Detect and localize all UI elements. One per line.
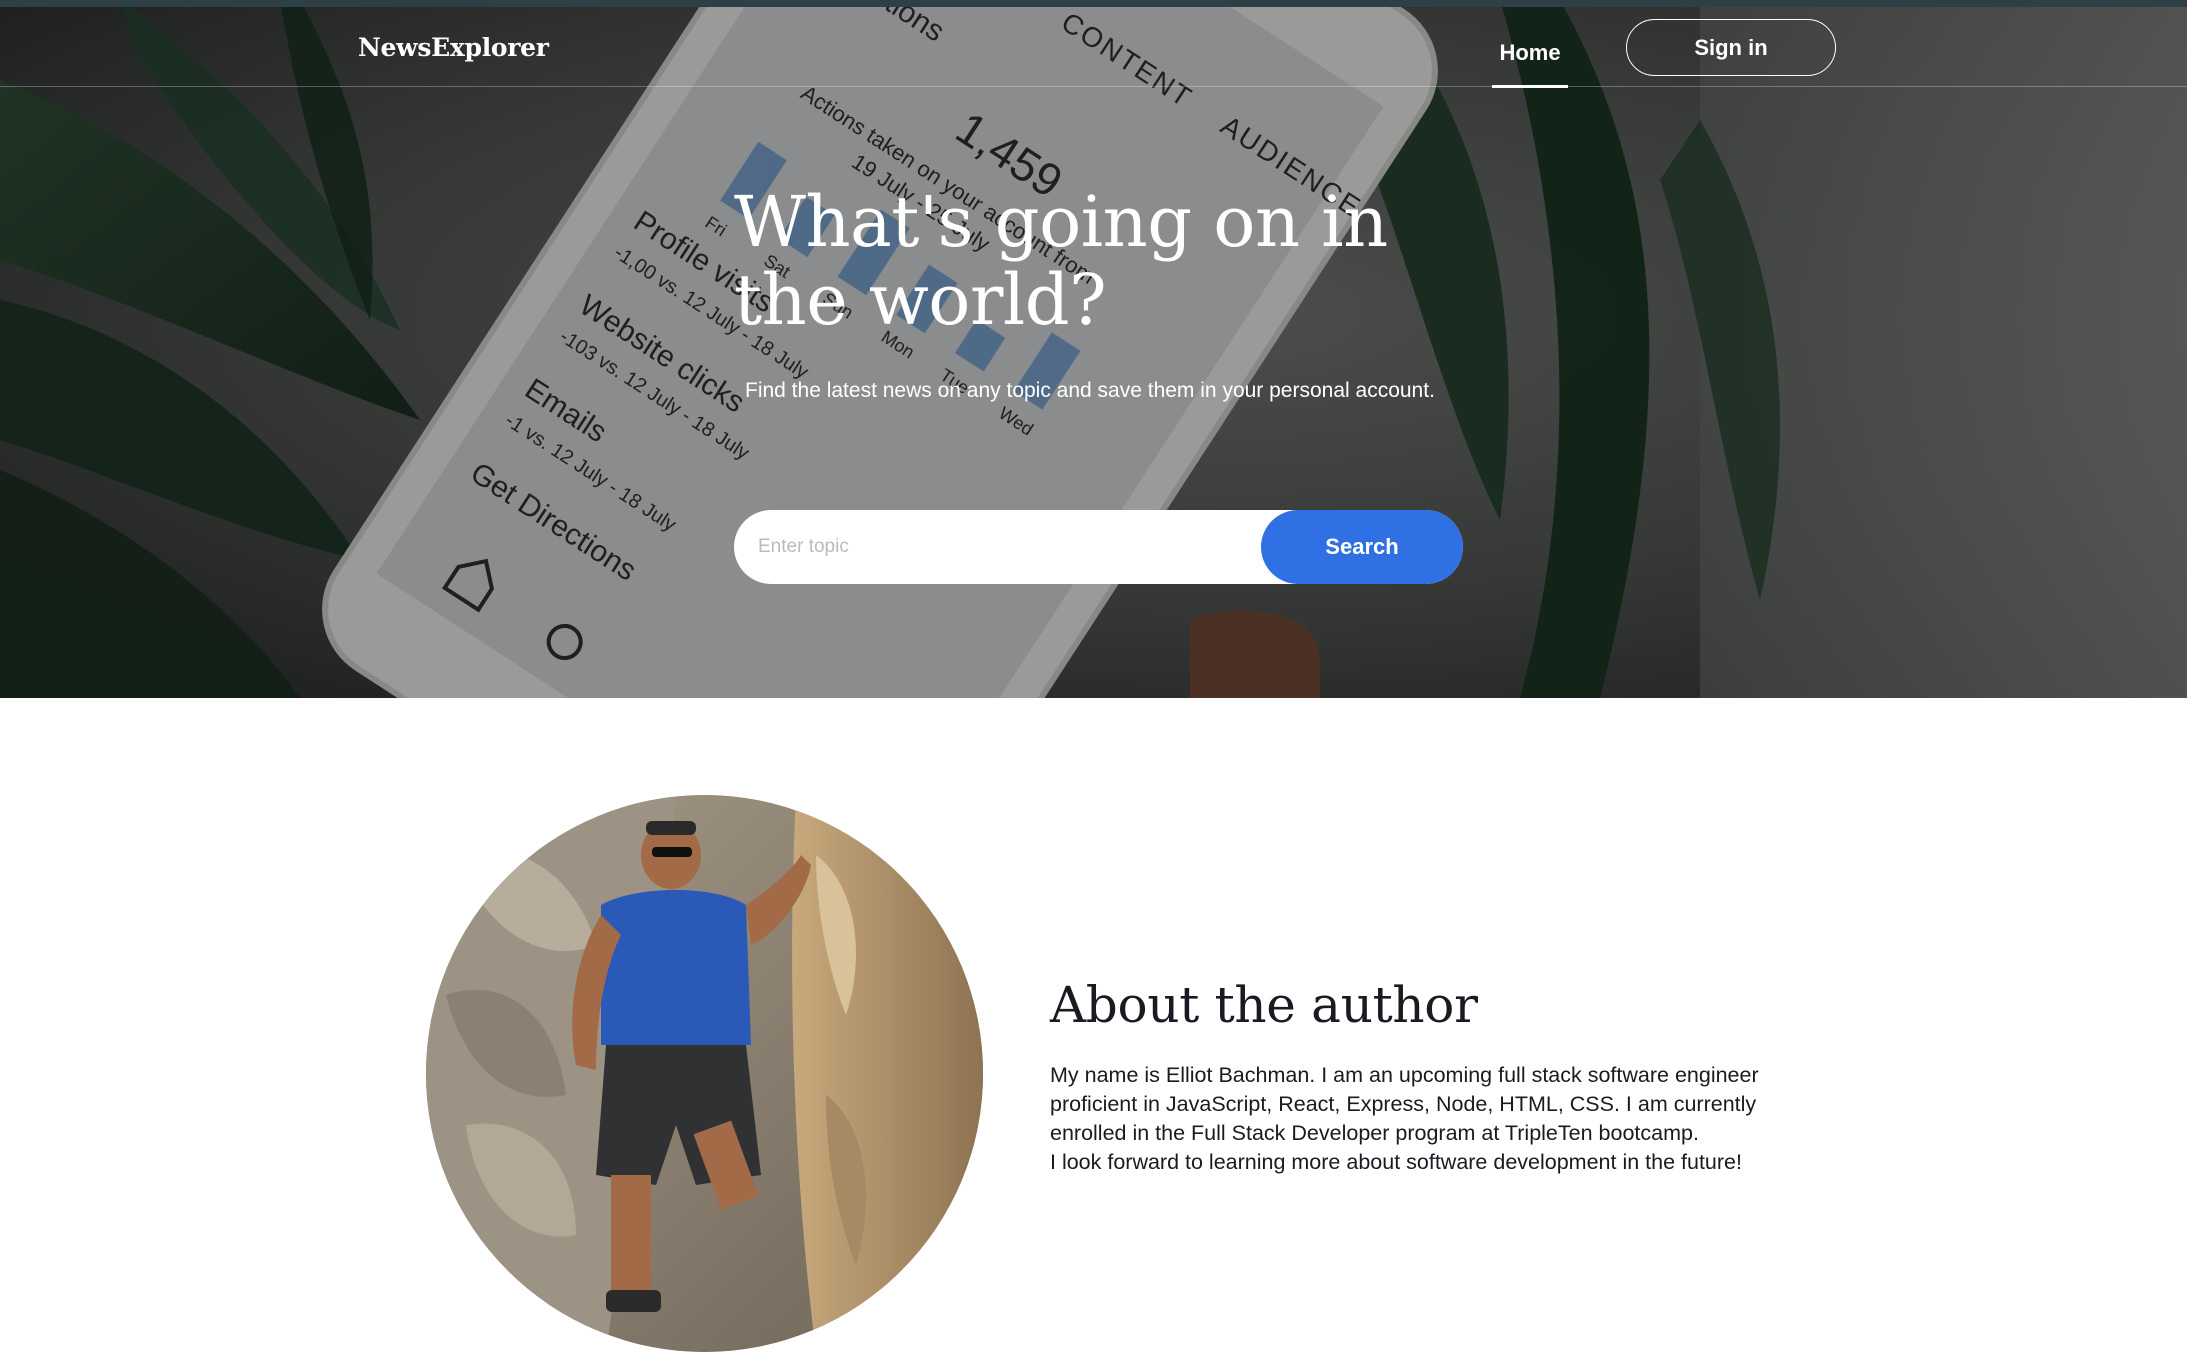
nav-home-link[interactable]: Home bbox=[1492, 7, 1568, 88]
hero-background-image: Insights ACTIVITY CONTENT AUDIENCE Inter… bbox=[0, 0, 2187, 698]
site-header: NewsExplorer Home Sign in bbox=[0, 7, 2187, 88]
sign-in-button[interactable]: Sign in bbox=[1626, 19, 1836, 76]
top-border bbox=[0, 0, 2187, 7]
hero-subtitle: Find the latest news on any topic and sa… bbox=[745, 379, 1435, 402]
author-photo bbox=[426, 795, 983, 1352]
hero-title: What's going on in the world? bbox=[734, 181, 1388, 341]
search-form: Search bbox=[734, 510, 1463, 584]
about-title: About the author bbox=[1050, 976, 1478, 1034]
nav-home-label: Home bbox=[1499, 40, 1561, 65]
about-paragraph: I look forward to learning more about so… bbox=[1050, 1150, 1742, 1174]
search-button[interactable]: Search bbox=[1261, 510, 1463, 584]
about-text: My name is Elliot Bachman. I am an upcom… bbox=[1050, 1061, 1790, 1177]
site-logo[interactable]: NewsExplorer bbox=[358, 33, 549, 62]
hero-section: Insights ACTIVITY CONTENT AUDIENCE Inter… bbox=[0, 0, 2187, 698]
about-paragraph: My name is Elliot Bachman. I am an upcom… bbox=[1050, 1063, 1759, 1145]
